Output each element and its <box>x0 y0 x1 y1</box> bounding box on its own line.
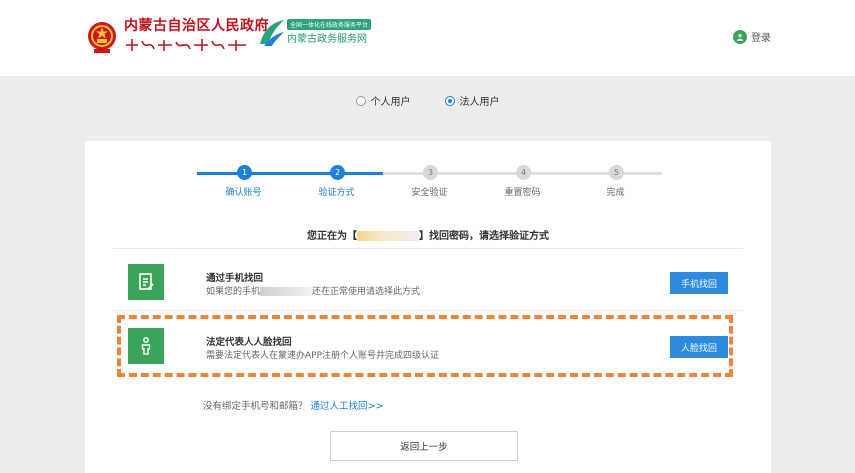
user-type-personal[interactable]: 个人用户 <box>355 93 411 108</box>
national-emblem-icon <box>88 22 116 53</box>
login-button[interactable]: 登录 <box>733 29 771 44</box>
portal-title: 内蒙古政务服务网 <box>287 34 367 45</box>
radio-legal[interactable] <box>444 95 455 106</box>
progress-steps: 1 确认账号 2 验证方式 3 安全验证 4 重置密码 5 完成 <box>197 165 662 201</box>
method-desc-prefix: 如果您的手机 <box>206 287 261 297</box>
prompt-suffix: 】找回密码，请选择验证方式 <box>419 231 549 242</box>
portal-subtitle: 全国一体化在线政务服务平台 <box>287 19 372 30</box>
step-confirm-account: 1 确认账号 <box>197 165 290 201</box>
step-security-verify: 3 安全验证 <box>383 165 476 201</box>
step-reset-password: 4 重置密码 <box>476 165 569 201</box>
user-type-personal-label: 个人用户 <box>370 97 411 108</box>
step-number: 2 <box>330 165 345 180</box>
recovery-prompt: 您正在为【 】找回密码，请选择验证方式 <box>85 227 771 242</box>
user-type-legal-label: 法人用户 <box>459 97 500 108</box>
step-label: 验证方式 <box>318 188 355 198</box>
step-complete: 5 完成 <box>569 165 662 201</box>
step-label: 安全验证 <box>411 188 448 198</box>
prompt-prefix: 您正在为【 <box>307 231 357 242</box>
manual-recovery: 没有绑定手机号和邮箱？ 通过人工找回>> <box>203 398 383 412</box>
masked-phone <box>260 287 313 296</box>
step-label: 重置密码 <box>504 188 541 198</box>
method-title: 通过手机找回 <box>206 273 264 284</box>
user-type-legal[interactable]: 法人用户 <box>444 93 500 108</box>
manual-text: 没有绑定手机号和邮箱？ <box>203 401 308 412</box>
method-desc-suffix: 还在正常使用请选择此方式 <box>312 287 421 297</box>
step-number: 3 <box>423 165 438 180</box>
document-icon <box>128 264 164 300</box>
phone-recover-button[interactable]: 手机找回 <box>670 272 728 294</box>
step-number: 1 <box>237 165 252 180</box>
mongolian-script-logo <box>126 39 246 51</box>
step-label: 确认账号 <box>225 188 262 198</box>
portal-logo-icon <box>260 20 284 46</box>
step-verify-method: 2 验证方式 <box>290 165 383 201</box>
masked-account <box>357 231 419 241</box>
manual-recovery-link[interactable]: 通过人工找回>> <box>311 401 384 412</box>
highlight-box <box>117 315 733 377</box>
login-label: 登录 <box>751 33 771 44</box>
divider <box>113 248 743 249</box>
site-header: 内蒙古自治区人民政府 全国一体化在线政务服务平台 内蒙古政务服务网 登录 <box>0 0 855 76</box>
user-icon <box>733 29 747 44</box>
step-number: 4 <box>516 165 531 180</box>
radio-personal[interactable] <box>355 95 366 106</box>
user-type-selector: 个人用户 法人用户 <box>0 93 855 108</box>
divider <box>113 310 743 311</box>
method-desc: 如果您的手机 还在正常使用请选择此方式 <box>206 284 420 297</box>
back-button[interactable]: 返回上一步 <box>330 431 518 461</box>
method-phone: 通过手机找回 如果您的手机 还在正常使用请选择此方式 手机找回 <box>128 264 728 304</box>
recovery-panel: 1 确认账号 2 验证方式 3 安全验证 4 重置密码 5 完成 您正在为【 】找… <box>85 141 771 473</box>
step-label: 完成 <box>606 188 625 198</box>
gov-title: 内蒙古自治区人民政府 <box>124 18 269 34</box>
step-number: 5 <box>609 165 624 180</box>
